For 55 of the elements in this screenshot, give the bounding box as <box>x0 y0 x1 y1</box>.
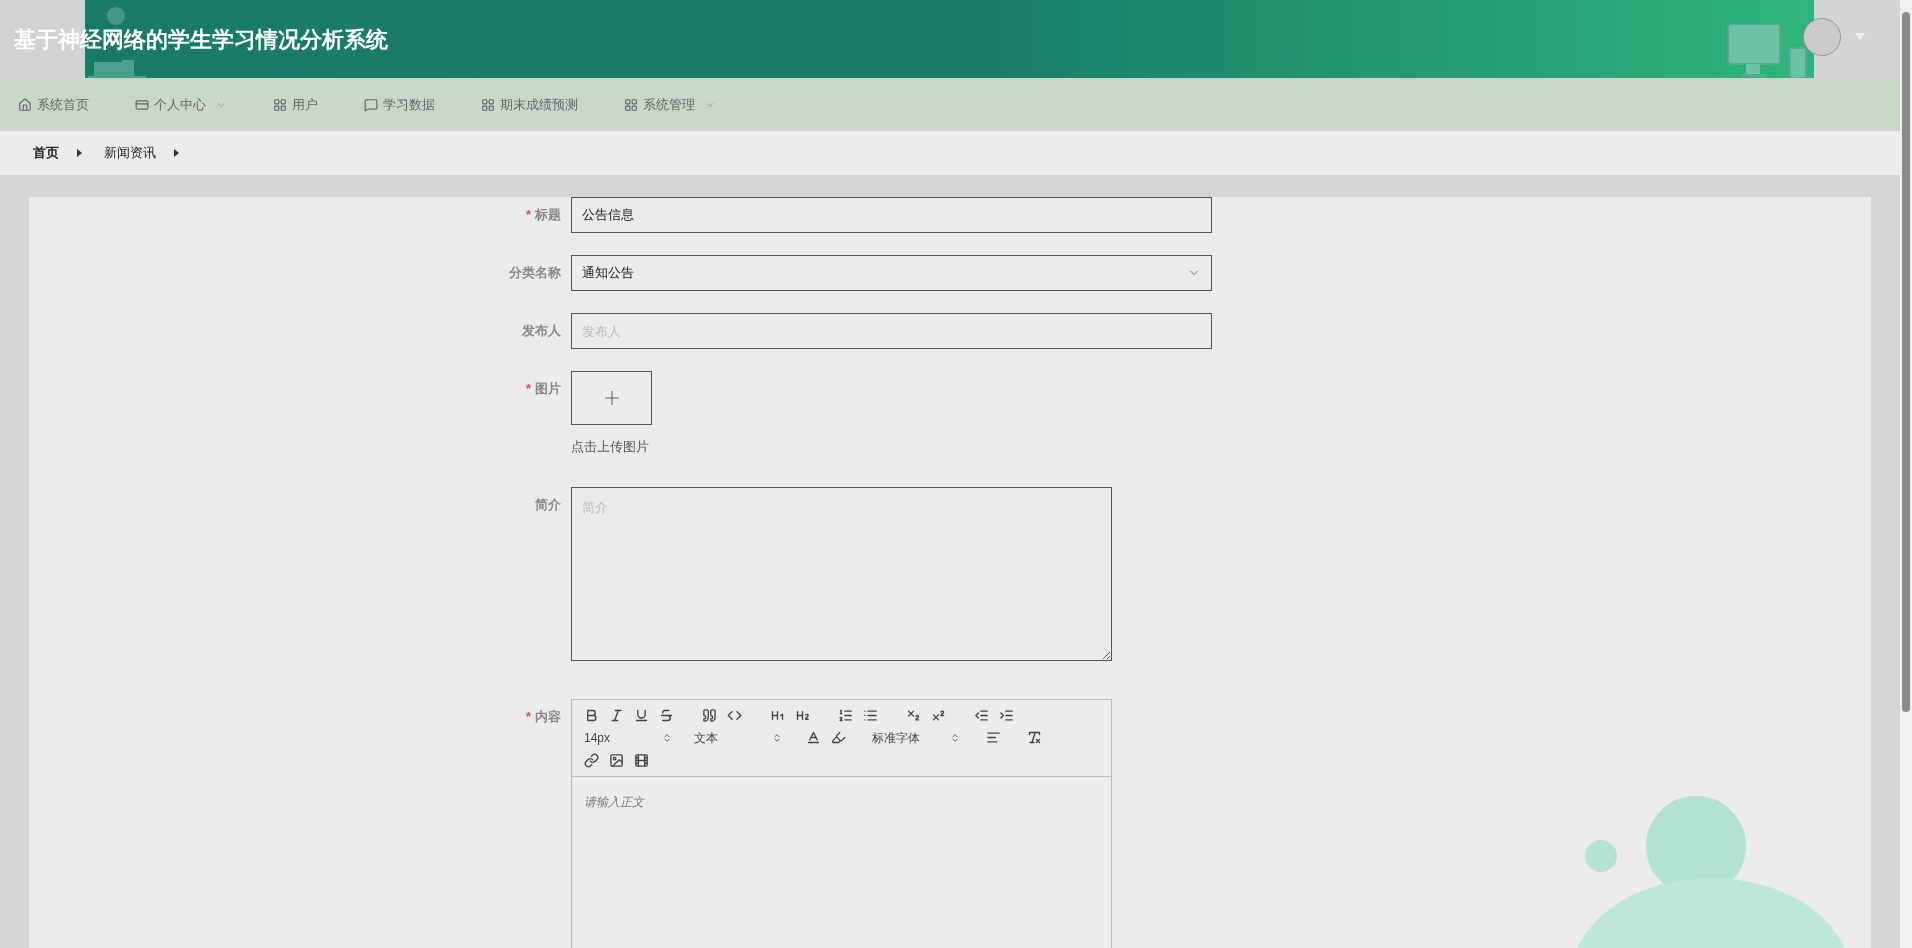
home-icon <box>18 97 32 112</box>
required-mark: * <box>525 380 531 398</box>
caret-icon <box>174 149 179 157</box>
breadcrumb-link[interactable]: 首页 <box>33 143 59 163</box>
text-color-icon[interactable] <box>806 730 821 745</box>
align-left-icon[interactable] <box>986 730 1001 745</box>
grid-icon <box>273 97 287 112</box>
video-icon[interactable] <box>634 752 649 768</box>
upload-hint: 点击上传图片 <box>571 438 650 456</box>
nav-item[interactable]: 期末成绩预测 <box>481 94 578 115</box>
upload-button[interactable] <box>571 371 652 425</box>
category-select[interactable]: 通知公告 <box>571 255 1212 291</box>
editor-body-field[interactable]: 请输入正文 <box>572 776 1111 948</box>
nav-item[interactable]: 个人中心 <box>135 94 227 115</box>
up-down-icon <box>950 732 960 743</box>
indent-icon[interactable] <box>999 707 1014 723</box>
chat-icon <box>364 97 378 112</box>
up-down-icon <box>662 732 672 743</box>
grid-icon <box>624 97 638 112</box>
nav-item[interactable]: 学习数据 <box>364 94 435 115</box>
bullet-list-icon[interactable] <box>863 707 878 723</box>
field-label: 标题 <box>535 206 561 224</box>
clear-format-icon[interactable] <box>1027 730 1042 745</box>
nav-item[interactable]: 用户 <box>273 94 318 115</box>
caret-icon <box>77 149 82 157</box>
field-label: 内容 <box>535 707 561 726</box>
strikethrough-icon[interactable] <box>659 707 674 723</box>
superscript-icon[interactable] <box>931 707 946 723</box>
up-down-icon <box>772 732 782 743</box>
bold-icon[interactable] <box>584 707 599 723</box>
font-size-select[interactable]: 14px <box>584 728 672 747</box>
outdent-icon[interactable] <box>974 707 989 723</box>
field-label: 简介 <box>535 495 561 514</box>
field-label: 发布人 <box>522 322 561 340</box>
text-field[interactable]: 公告信息 <box>571 197 1212 233</box>
block-type-select[interactable]: 文本 <box>694 728 782 747</box>
grid-icon <box>481 97 495 112</box>
field-label: 分类名称 <box>509 264 561 282</box>
breadcrumb-link[interactable]: 新闻资讯 <box>104 143 156 163</box>
nav-item[interactable]: 系统管理 <box>624 94 716 115</box>
quote-icon[interactable] <box>702 707 717 723</box>
ordered-list-icon[interactable] <box>838 707 853 723</box>
italic-icon[interactable] <box>609 707 624 723</box>
link-icon[interactable] <box>584 752 599 768</box>
nav-item[interactable]: 系统首页 <box>18 94 89 115</box>
scrollbar[interactable] <box>1900 0 1912 948</box>
subscript-icon[interactable] <box>906 707 921 723</box>
highlight-icon[interactable] <box>831 730 846 745</box>
image-icon[interactable] <box>609 752 624 768</box>
underline-icon[interactable] <box>634 707 649 723</box>
font-family-select[interactable]: 标准字体 <box>872 728 960 747</box>
required-mark: * <box>525 707 531 726</box>
required-mark: * <box>525 206 531 224</box>
field-label: 图片 <box>535 380 561 398</box>
card-icon <box>135 97 149 112</box>
